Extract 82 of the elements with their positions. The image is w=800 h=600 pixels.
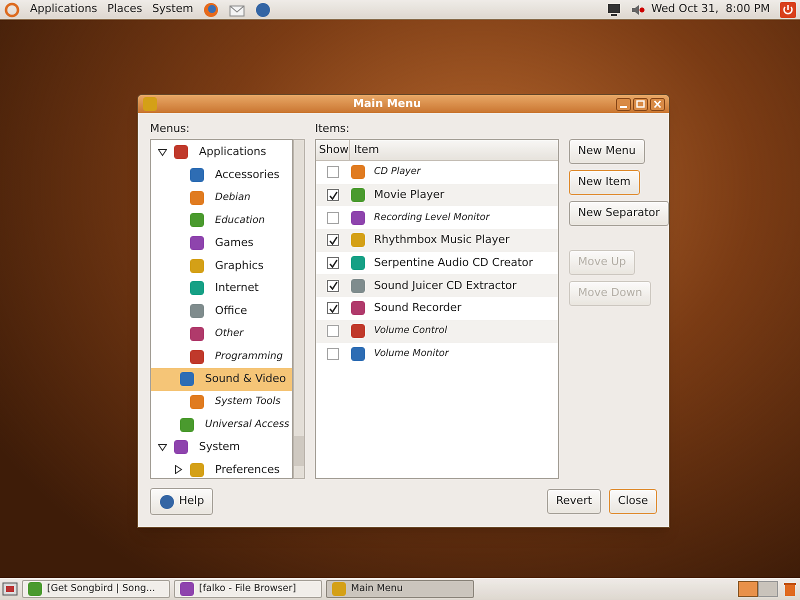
- panel-menu[interactable]: System: [152, 1, 194, 18]
- panel-menu[interactable]: Applications: [30, 1, 98, 18]
- dialog-button[interactable]: New Separator: [569, 201, 669, 226]
- item-label[interactable]: Volume Monitor: [374, 346, 449, 361]
- app-icon: [350, 164, 366, 180]
- minimize-icon[interactable]: [616, 98, 631, 110]
- column-header[interactable]: Item: [350, 140, 558, 160]
- show-checkbox[interactable]: [327, 212, 339, 224]
- menu-tree-item[interactable]: Internet: [151, 277, 292, 300]
- menu-tree-item[interactable]: System: [151, 436, 292, 459]
- show-checkbox[interactable]: [327, 325, 339, 338]
- show-checkbox[interactable]: [327, 234, 339, 246]
- menu-tree-item[interactable]: Other: [151, 322, 292, 346]
- menu-tree-item[interactable]: Applications: [151, 141, 292, 164]
- taskbar-button[interactable]: Main Menu: [326, 580, 474, 598]
- panel-menu[interactable]: Places: [107, 1, 142, 18]
- power-icon[interactable]: [780, 2, 796, 18]
- dialog-button[interactable]: Close: [609, 489, 657, 514]
- window-icon: [27, 581, 43, 597]
- dialog-button[interactable]: New Item: [569, 170, 640, 195]
- check-icon: [328, 258, 338, 268]
- scrollbar-thumb[interactable]: [294, 436, 304, 466]
- menu-tree-item[interactable]: System Tools: [151, 390, 292, 414]
- app-icon: [350, 255, 366, 272]
- monitor-icon[interactable]: [607, 2, 622, 16]
- check-icon: [328, 304, 338, 313]
- menu-tree-item[interactable]: Games: [151, 232, 292, 254]
- app-icon: [350, 187, 366, 204]
- show-checkbox[interactable]: [327, 257, 339, 270]
- close-icon[interactable]: [650, 98, 665, 110]
- show-checkbox[interactable]: [327, 189, 339, 202]
- app-icon: [142, 96, 158, 112]
- show-checkbox[interactable]: [327, 166, 339, 178]
- check-icon: [328, 281, 338, 290]
- workspace-switcher[interactable]: [738, 581, 778, 597]
- menu-tree-item[interactable]: Universal Access: [151, 413, 292, 436]
- logo-icon[interactable]: [4, 2, 20, 18]
- item-label[interactable]: CD Player: [374, 165, 421, 180]
- window-icon: [179, 581, 195, 597]
- menu-tree-item[interactable]: Office: [151, 300, 292, 322]
- column-header[interactable]: Show: [316, 140, 350, 160]
- app-icon: [350, 323, 366, 340]
- speaker-icon[interactable]: [631, 2, 646, 16]
- expander-arrow-icon[interactable]: [174, 465, 182, 474]
- taskbar-button[interactable]: [Get Songbird | Song...: [22, 580, 170, 598]
- menu-tree-item[interactable]: Programming: [151, 345, 292, 368]
- expander-arrow-icon[interactable]: [158, 442, 166, 452]
- dialog-button[interactable]: New Menu: [569, 139, 645, 164]
- menu-tree-item[interactable]: Accessories: [151, 164, 292, 186]
- trash-icon[interactable]: [782, 581, 798, 597]
- menu-tree-item[interactable]: Education: [151, 209, 292, 232]
- show-checkbox[interactable]: [327, 348, 339, 360]
- menu-tree-item[interactable]: Preferences: [151, 458, 292, 478]
- window-icon: [331, 581, 347, 597]
- app-icon: [350, 232, 366, 248]
- help-button[interactable]: Help: [150, 488, 214, 515]
- item-label[interactable]: Sound Recorder: [374, 300, 462, 317]
- clock[interactable]: Wed Oct 31, 8:00 PM: [651, 1, 770, 18]
- menus-label: Menus:: [150, 121, 191, 137]
- maximize-icon[interactable]: [633, 98, 648, 110]
- expander-arrow-icon[interactable]: [158, 148, 166, 157]
- show-desktop-icon[interactable]: [2, 581, 18, 597]
- items-label: Items:: [315, 121, 350, 137]
- show-checkbox[interactable]: [327, 280, 339, 292]
- item-label[interactable]: Serpentine Audio CD Creator: [374, 254, 534, 272]
- menu-tree-item[interactable]: Graphics: [151, 254, 292, 278]
- app-icon: [350, 346, 366, 362]
- dialog-button[interactable]: Revert: [547, 489, 602, 514]
- check-icon: [328, 190, 338, 200]
- taskbar-button[interactable]: [falko - File Browser]: [174, 580, 322, 598]
- scrollbar[interactable]: [293, 139, 305, 479]
- menu-tree-item[interactable]: Debian: [151, 186, 292, 210]
- check-icon: [328, 236, 338, 245]
- show-checkbox[interactable]: [327, 302, 339, 314]
- menu-tree-item[interactable]: Sound & Video: [151, 368, 292, 391]
- item-label[interactable]: Volume Control: [374, 324, 448, 338]
- window-title: Main Menu: [352, 96, 422, 112]
- browser-icon[interactable]: [203, 2, 220, 18]
- item-label[interactable]: Recording Level Monitor: [374, 210, 490, 225]
- app-icon: [350, 210, 366, 226]
- app-icon: [350, 278, 366, 294]
- app-icon: [350, 300, 366, 316]
